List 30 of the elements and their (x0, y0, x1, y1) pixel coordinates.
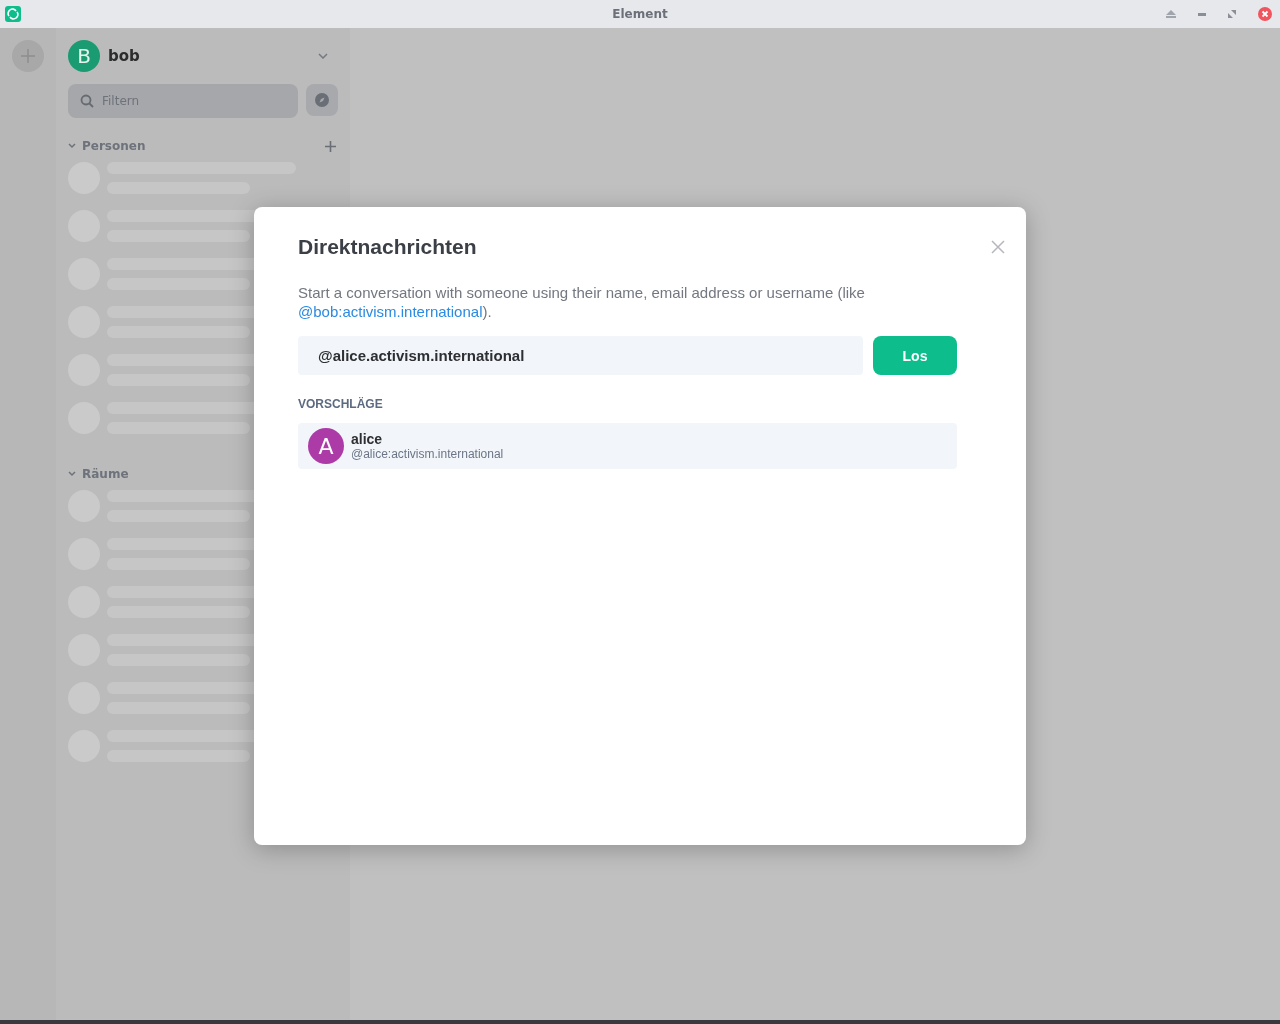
window-title: Element (612, 7, 668, 21)
user-name[interactable]: bob (108, 47, 140, 65)
dialog-title: Direktnachrichten (298, 235, 477, 259)
user-id: @alice:activism.international (351, 447, 504, 461)
user-name: alice (351, 431, 384, 447)
maximize-icon[interactable] (1228, 10, 1236, 18)
user-avatar: B (68, 40, 100, 72)
plus-icon (20, 48, 36, 64)
close-icon[interactable] (991, 240, 1005, 254)
close-icon[interactable] (1258, 7, 1272, 21)
chevron-down-icon[interactable] (318, 53, 328, 59)
section-heading: VORSCHLÄGE (298, 397, 384, 411)
go-button[interactable]: Los (873, 336, 957, 375)
user-search-field[interactable]: @alice.activism.international (298, 336, 863, 375)
chevron-icon[interactable] (68, 471, 76, 477)
user-avatar: A (308, 428, 344, 464)
user-id-link[interactable]: @bob:activism.international (298, 303, 483, 320)
search-field[interactable]: Filtern (68, 84, 298, 118)
section-header[interactable]: Räume (82, 467, 129, 481)
eject-icon[interactable] (1166, 10, 1176, 18)
compass-icon (315, 93, 329, 107)
app-logo-icon (5, 6, 21, 22)
minimize-icon[interactable] (1198, 12, 1206, 16)
section-header[interactable]: Personen (82, 139, 146, 153)
suggestion-item[interactable]: A alice @alice:activism.international (298, 423, 957, 469)
add-icon[interactable] (325, 140, 336, 152)
dialog-description: Start a conversation with someone using their name, email address or username (like @bob:activism.international). (298, 283, 866, 321)
chevron-icon[interactable] (68, 143, 76, 149)
add-space-button[interactable] (12, 40, 44, 72)
explore-button[interactable] (306, 84, 338, 116)
